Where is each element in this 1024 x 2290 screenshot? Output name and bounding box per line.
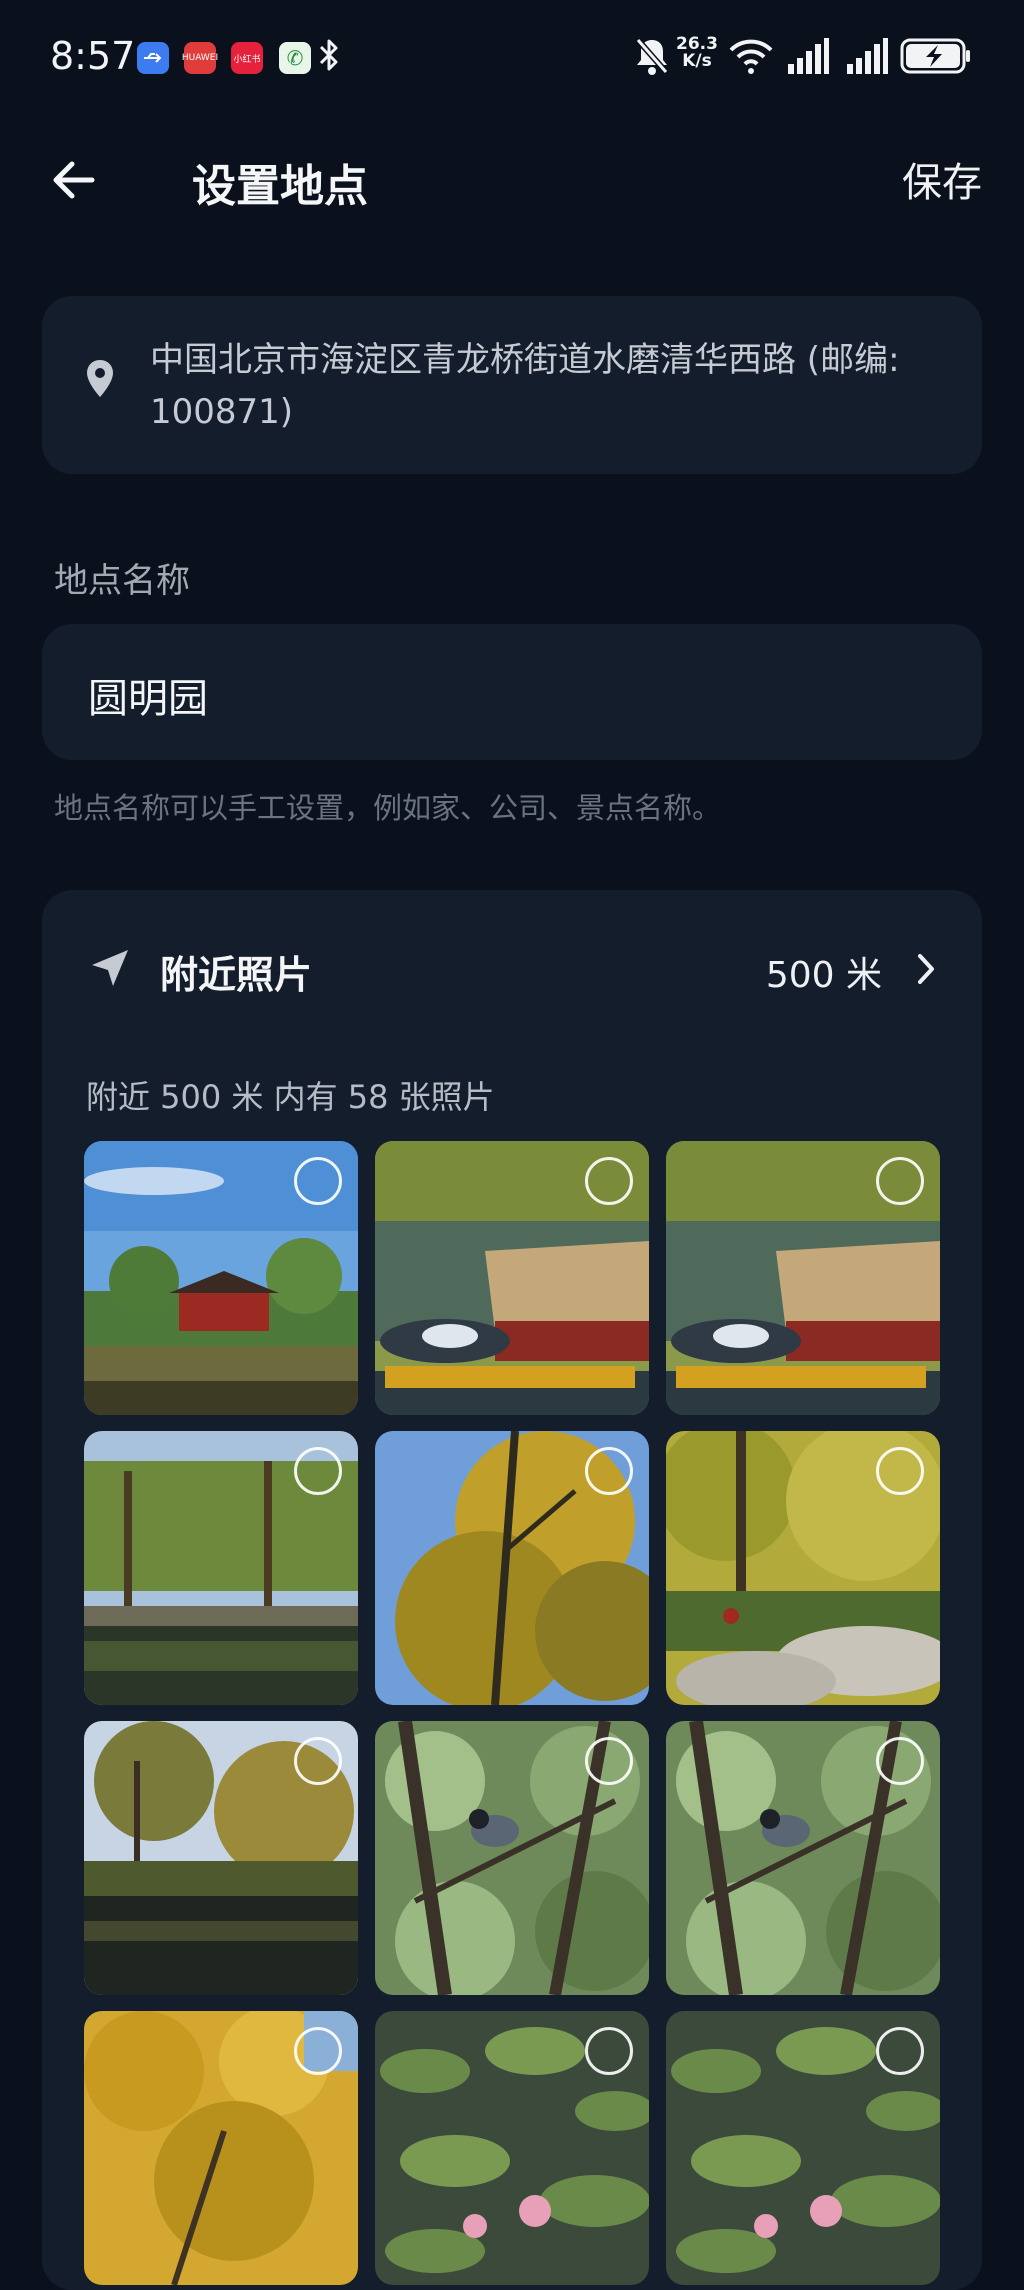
location-pin-icon [84, 358, 116, 404]
top-bar: 设置地点 保存 [0, 140, 1024, 220]
navigation-arrow-icon [88, 946, 132, 994]
photo-yellow-tree[interactable] [375, 1431, 649, 1705]
status-bar: 8:57 HUAWEI 小红书 ✆ 26.3 K/s [0, 0, 1024, 118]
select-circle-icon[interactable] [294, 1737, 342, 1785]
chevron-right-icon[interactable] [914, 952, 938, 990]
photo-autumn-river[interactable] [84, 1721, 358, 1995]
xiaohongshu-icon: 小红书 [231, 42, 263, 74]
select-circle-icon[interactable] [876, 1447, 924, 1495]
signal-icon-2 [845, 36, 889, 80]
select-circle-icon[interactable] [294, 1447, 342, 1495]
wifi-icon [728, 36, 774, 80]
photo-dragon-boat-2[interactable] [666, 1141, 940, 1415]
select-circle-icon[interactable] [876, 1157, 924, 1205]
place-name-label: 地点名称 [54, 561, 190, 601]
photo-bird-branch-2[interactable] [666, 1721, 940, 1995]
nearby-photos-title: 附近照片 [160, 953, 313, 997]
address-card[interactable]: 中国北京市海淀区青龙桥街道水磨清华西路 (邮编: 100871) [42, 296, 982, 474]
nearby-photos-card: 附近照片 500 米 附近 500 米 内有 58 张照片 [42, 890, 982, 2290]
photo-dragon-boat[interactable] [375, 1141, 649, 1415]
usb-icon [137, 42, 169, 74]
bluetooth-icon [318, 38, 340, 80]
place-name-field[interactable]: 圆明园 [42, 624, 982, 760]
phone-icon: ✆ [279, 42, 311, 74]
place-name-value: 圆明园 [88, 676, 208, 722]
signal-icon-1 [786, 36, 830, 80]
save-button[interactable]: 保存 [902, 150, 982, 208]
radius-selector[interactable]: 500 米 [766, 946, 882, 998]
mute-bell-icon [634, 36, 670, 80]
select-circle-icon[interactable] [585, 1737, 633, 1785]
address-text: 中国北京市海淀区青龙桥街道水磨清华西路 (邮编: 100871) [150, 340, 900, 432]
back-arrow-icon[interactable] [48, 154, 100, 206]
select-circle-icon[interactable] [294, 1157, 342, 1205]
network-speed: 26.3 K/s [676, 34, 718, 71]
photo-pavilion-lake[interactable] [84, 1141, 358, 1415]
select-circle-icon[interactable] [585, 1447, 633, 1495]
status-time: 8:57 [50, 34, 136, 78]
select-circle-icon[interactable] [294, 2027, 342, 2075]
photo-count-text: 附近 500 米 内有 58 张照片 [86, 1078, 495, 1116]
battery-charging-icon [900, 36, 972, 80]
photo-garden-rocks[interactable] [666, 1431, 940, 1705]
page-title: 设置地点 [192, 161, 368, 212]
select-circle-icon[interactable] [585, 1157, 633, 1205]
photo-bird-branch[interactable] [375, 1721, 649, 1995]
select-circle-icon[interactable] [876, 1737, 924, 1785]
photo-golden-leaves[interactable] [84, 2011, 358, 2285]
select-circle-icon[interactable] [876, 2027, 924, 2075]
huawei-icon: HUAWEI [182, 42, 218, 74]
select-circle-icon[interactable] [585, 2027, 633, 2075]
photo-lotus-pond-2[interactable] [666, 2011, 940, 2285]
photo-lotus-pond[interactable] [375, 2011, 649, 2285]
photo-willow-pond[interactable] [84, 1431, 358, 1705]
place-name-hint: 地点名称可以手工设置，例如家、公司、景点名称。 [54, 791, 722, 825]
